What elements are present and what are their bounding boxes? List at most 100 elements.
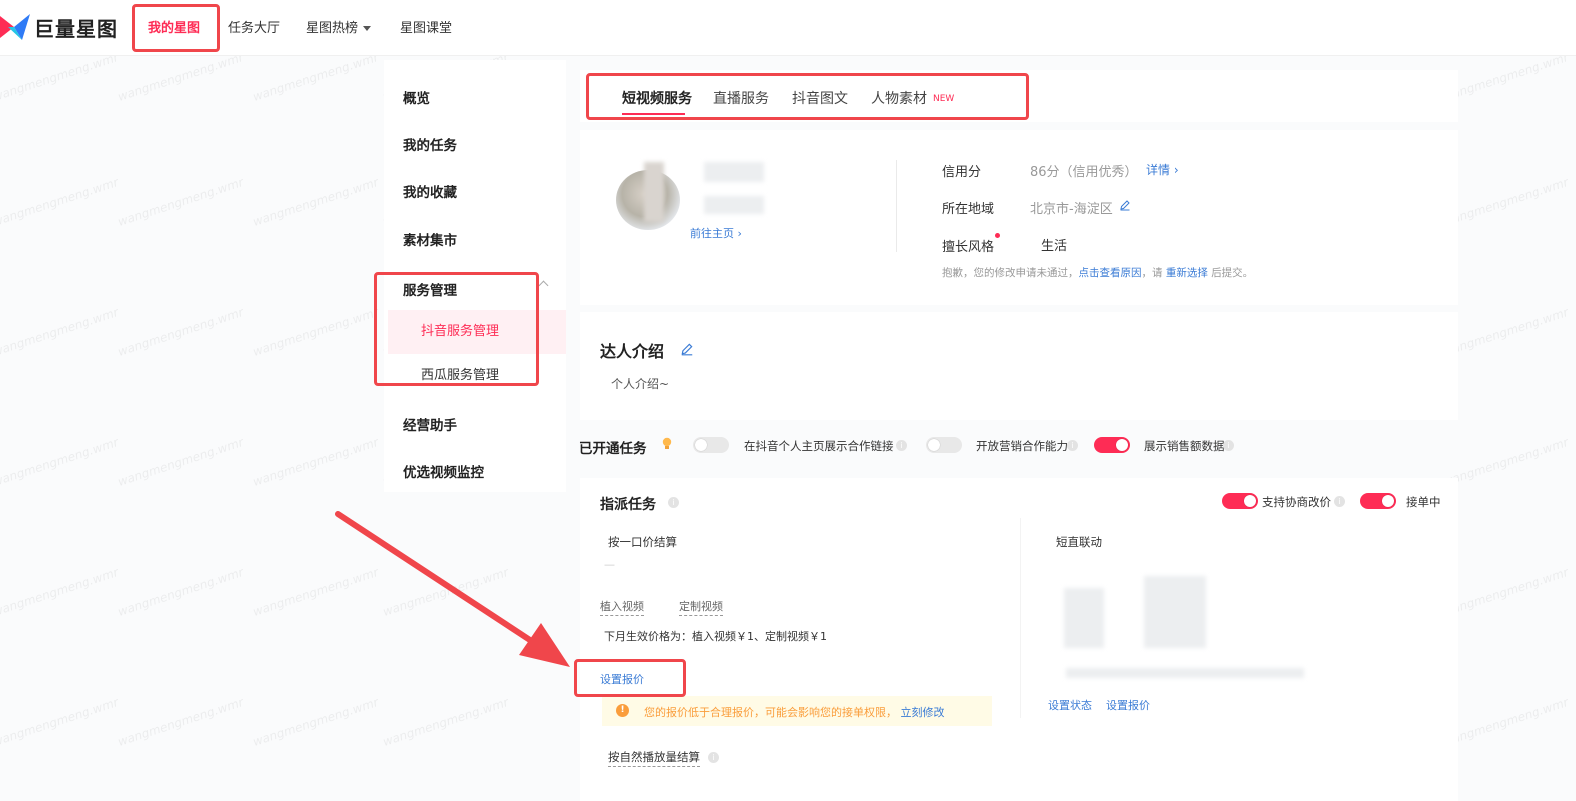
sidebar-item-overview[interactable]: 概览 xyxy=(403,87,430,107)
price-empty-dash: — xyxy=(604,558,615,571)
live-set-price-button[interactable]: 设置报价 xyxy=(1106,697,1150,713)
opened-tasks-title: 已开通任务 xyxy=(579,441,647,457)
question-icon[interactable]: i xyxy=(708,752,719,763)
show-coop-link-label: 在抖音个人主页展示合作链接 xyxy=(744,439,894,453)
nav-hot-list-label: 星图热榜 xyxy=(306,21,359,36)
watermark-text: wangmengmeng.wmr xyxy=(381,565,511,619)
modify-now-link[interactable]: 立刻修改 xyxy=(901,706,945,719)
switch-knob xyxy=(1382,495,1394,507)
sidebar-sub-douyin-service[interactable]: 抖音服务管理 xyxy=(388,310,566,354)
switch-knob xyxy=(695,439,707,451)
sidebar-item-business-assistant[interactable]: 经营助手 xyxy=(403,414,457,434)
tab-short-video[interactable]: 短视频服务 xyxy=(622,88,692,108)
question-icon[interactable]: i xyxy=(1067,440,1078,451)
blurred-avatar-detail xyxy=(644,162,664,222)
chevron-down-icon xyxy=(363,26,372,31)
one-price-title: 按一口价结算 xyxy=(608,535,677,549)
tab-character-material[interactable]: 人物素材 NEW xyxy=(871,88,954,108)
switch-negotiate-price[interactable] xyxy=(1222,493,1258,509)
chevron-up-icon xyxy=(538,280,549,291)
sidebar-sub-xigua-service[interactable]: 西瓜服务管理 xyxy=(388,354,566,398)
open-marketing-label: 开放营销合作能力 xyxy=(976,439,1068,453)
tab-live[interactable]: 直播服务 xyxy=(713,88,769,108)
watermark-text: wangmengmeng.wmr xyxy=(1441,435,1571,489)
watermark-text: wangmengmeng.wmr xyxy=(381,695,511,749)
set-price-button[interactable]: 设置报价 xyxy=(600,671,644,687)
watermark-text: wangmengmeng.wmr xyxy=(0,175,121,229)
watermark-text: wangmengmeng.wmr xyxy=(116,435,246,489)
watermark-text: wangmengmeng.wmr xyxy=(251,695,381,749)
watermark-text: wangmengmeng.wmr xyxy=(0,565,121,619)
question-icon[interactable]: i xyxy=(896,440,907,451)
homepage-link-label: 前往主页 xyxy=(690,227,734,240)
credit-value: 86分（信用优秀） xyxy=(1030,165,1138,180)
homepage-link[interactable]: 前往主页 › xyxy=(690,225,742,241)
sidebar-item-my-tasks[interactable]: 我的任务 xyxy=(403,134,457,154)
blurred-nickname xyxy=(704,162,764,182)
notice-prefix: 抱歉，您的修改申请未通过， xyxy=(942,267,1079,279)
switch-accepting-orders[interactable] xyxy=(1360,493,1396,509)
nav-my-xingtu[interactable]: 我的星图 xyxy=(148,17,200,36)
red-dot-badge xyxy=(995,233,1000,238)
style-label: 擅长风格 xyxy=(942,240,995,255)
sidebar-item-service-management[interactable]: 服务管理 xyxy=(403,279,457,299)
blurred-price-b xyxy=(1144,576,1206,648)
creator-intro-card: 达人介绍 个人介绍~ xyxy=(580,312,1458,420)
profile-divider xyxy=(896,160,897,252)
intro-text: 个人介绍~ xyxy=(611,377,670,391)
switch-knob xyxy=(1244,495,1256,507)
sidebar-item-favorites[interactable]: 我的收藏 xyxy=(403,181,457,201)
watermark-text: wangmengmeng.wmr xyxy=(1441,175,1571,229)
reselect-link[interactable]: 重新选择 xyxy=(1166,267,1208,279)
credit-detail-link[interactable]: 详情 › xyxy=(1146,161,1179,178)
column-divider xyxy=(1020,518,1021,718)
profile-card: 前往主页 › 信用分 86分（信用优秀） 详情 › 所在地域 北京市-海淀区 擅… xyxy=(580,130,1458,305)
logo-icon xyxy=(0,14,30,40)
watermark-text: wangmengmeng.wmr xyxy=(251,305,381,359)
switch-show-sales[interactable] xyxy=(1094,437,1130,453)
edit-pencil-icon[interactable] xyxy=(1119,199,1131,211)
sidebar-item-video-monitor[interactable]: 优选视频监控 xyxy=(403,461,484,481)
watermark-text: wangmengmeng.wmr xyxy=(1441,695,1571,749)
new-badge: NEW xyxy=(933,94,955,104)
edit-pencil-icon[interactable] xyxy=(680,342,694,356)
question-icon[interactable]: i xyxy=(668,497,679,508)
watermark-text: wangmengmeng.wmr xyxy=(251,565,381,619)
watermark-text: wangmengmeng.wmr xyxy=(116,565,246,619)
accepting-orders-label: 接单中 xyxy=(1406,495,1441,509)
switch-knob xyxy=(928,439,940,451)
switch-open-marketing[interactable] xyxy=(926,437,962,453)
watermark-text: wangmengmeng.wmr xyxy=(0,435,121,489)
question-icon[interactable]: i xyxy=(1223,440,1234,451)
watermark-text: wangmengmeng.wmr xyxy=(251,175,381,229)
nav-task-hall[interactable]: 任务大厅 xyxy=(228,17,280,36)
switch-show-coop-link[interactable] xyxy=(693,437,729,453)
warning-text: 您的报价低于合理报价，可能会影响您的接单权限， 立刻修改 xyxy=(644,704,945,720)
tab-character-material-label: 人物素材 xyxy=(871,91,927,107)
watermark-text: wangmengmeng.wmr xyxy=(1441,565,1571,619)
question-icon[interactable]: i xyxy=(1334,496,1345,507)
next-month-price: 下月生效价格为：植入视频￥1、定制视频￥1 xyxy=(604,630,827,643)
live-set-status-button[interactable]: 设置状态 xyxy=(1048,697,1092,713)
warning-icon: ! xyxy=(616,704,629,717)
show-sales-label: 展示销售额数据 xyxy=(1144,439,1225,453)
watermark-text: wangmengmeng.wmr xyxy=(116,50,246,104)
brand-logo[interactable]: 巨量星图 xyxy=(0,12,118,42)
view-reason-link[interactable]: 点击查看原因 xyxy=(1079,267,1142,279)
blurred-account-id xyxy=(704,196,764,214)
low-price-warning: ! 您的报价低于合理报价，可能会影响您的接单权限， 立刻修改 xyxy=(602,696,992,726)
credit-label: 信用分 xyxy=(942,165,982,180)
nav-classroom[interactable]: 星图课堂 xyxy=(400,17,452,36)
brand-name: 巨量星图 xyxy=(34,16,118,41)
sidebar-item-material-market[interactable]: 素材集市 xyxy=(403,229,457,249)
watermark-text: wangmengmeng.wmr xyxy=(116,175,246,229)
watermark-text: wangmengmeng.wmr xyxy=(1441,305,1571,359)
intro-title: 达人介绍 xyxy=(600,342,665,361)
nav-hot-list[interactable]: 星图热榜 xyxy=(306,17,372,36)
sidebar: 概览 我的任务 我的收藏 素材集市 服务管理 抖音服务管理 西瓜服务管理 经营助… xyxy=(384,60,566,492)
watermark-text: wangmengmeng.wmr xyxy=(0,305,121,359)
review-notice: 抱歉，您的修改申请未通过，点击查看原因，请 重新选择 后提交。 xyxy=(942,265,1253,280)
region-value: 北京市-海淀区 xyxy=(1030,202,1113,217)
watermark-text: wangmengmeng.wmr xyxy=(251,50,381,104)
tab-douyin-image-text[interactable]: 抖音图文 xyxy=(792,88,848,108)
